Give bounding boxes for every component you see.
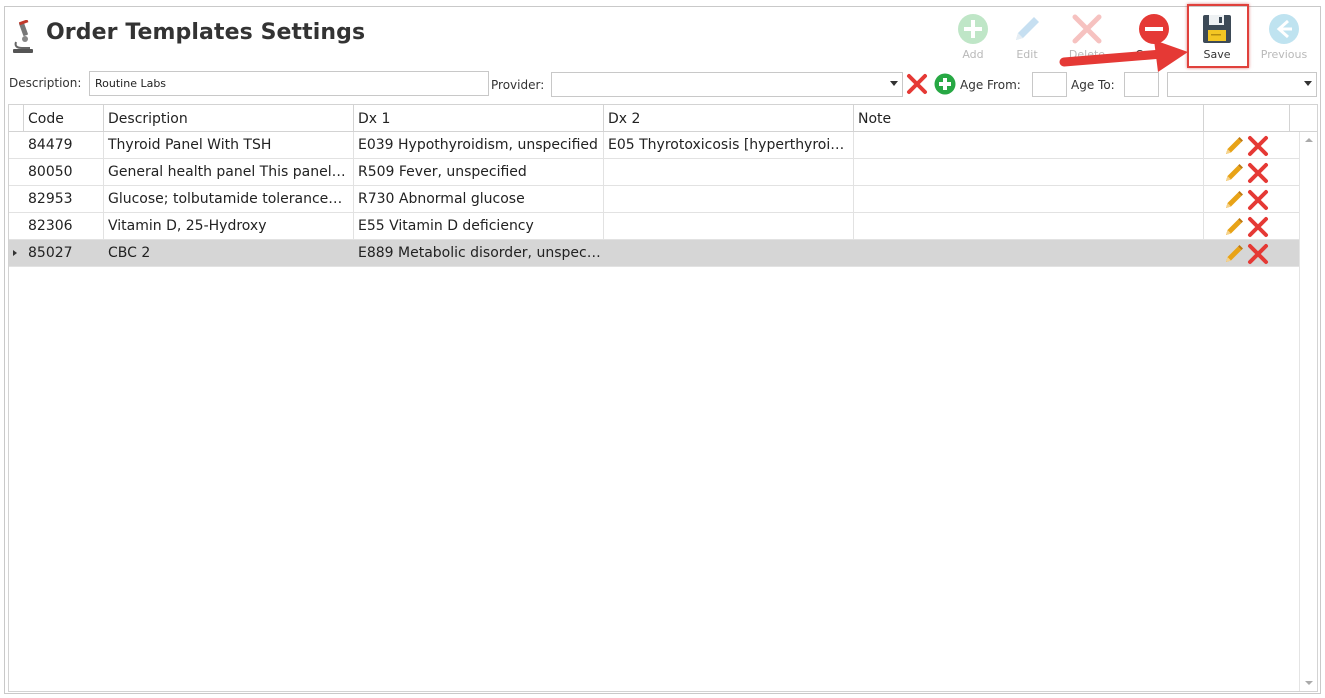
cell-note[interactable] [854, 132, 1204, 159]
row-actions [1223, 243, 1273, 265]
age-to-input[interactable] [1124, 72, 1159, 97]
save-highlight-box [1187, 4, 1249, 68]
edit-pencil-icon[interactable] [1223, 135, 1245, 157]
age-unit-select[interactable] [1167, 72, 1317, 97]
arrow-left-icon [1269, 14, 1299, 44]
column-header-note[interactable]: Note [854, 105, 1204, 132]
cell-description[interactable]: General health panel This panel… [104, 159, 354, 186]
cell-dx2[interactable]: E05 Thyrotoxicosis [hyperthyroi… [604, 132, 854, 159]
age-from-label: Age From: [960, 78, 1021, 92]
table-row[interactable]: 85027 CBC 2 E889 Metabolic disorder, unspe… [9, 240, 1300, 267]
column-header-actions [1204, 105, 1290, 132]
previous-label: Previous [1260, 48, 1308, 61]
cell-note[interactable] [854, 159, 1204, 186]
add-provider-icon[interactable] [934, 73, 956, 95]
table-row[interactable]: 82306 Vitamin D, 25-Hydroxy E55 Vitamin D … [9, 213, 1300, 240]
pencil-icon [1016, 17, 1039, 40]
add-label: Add [962, 48, 984, 61]
edit-pencil-icon[interactable] [1223, 189, 1245, 211]
row-actions [1223, 189, 1273, 211]
provider-label: Provider: [491, 78, 545, 92]
column-header-description[interactable]: Description [104, 105, 354, 132]
cell-description[interactable]: CBC 2 [104, 240, 354, 267]
column-header-code[interactable]: Code [24, 105, 104, 132]
row-actions [1223, 216, 1273, 238]
vertical-scrollbar[interactable] [1299, 132, 1317, 691]
table-row[interactable]: 82953 Glucose; tolbutamide tolerance… R730… [9, 186, 1300, 213]
cell-dx1[interactable]: E55 Vitamin D deficiency [354, 213, 604, 240]
current-row-indicator-icon [13, 250, 17, 256]
cell-dx2[interactable] [604, 240, 854, 267]
cell-description[interactable]: Vitamin D, 25-Hydroxy [104, 213, 354, 240]
column-header-dx1[interactable]: Dx 1 [354, 105, 604, 132]
scroll-down-icon[interactable] [1305, 681, 1313, 685]
cell-dx1[interactable]: E039 Hypothyroidism, unspecified [354, 132, 604, 159]
delete-x-icon[interactable] [1247, 135, 1269, 157]
description-input[interactable] [89, 71, 489, 96]
previous-button[interactable]: Previous [1256, 8, 1312, 64]
cell-code[interactable]: 82953 [24, 186, 104, 213]
cell-code[interactable]: 84479 [24, 132, 104, 159]
age-to-label: Age To: [1071, 78, 1115, 92]
clear-provider-icon[interactable] [906, 73, 928, 95]
cell-code[interactable]: 85027 [24, 240, 104, 267]
cell-note[interactable] [854, 213, 1204, 240]
cell-dx1[interactable]: E889 Metabolic disorder, unspec… [354, 240, 604, 267]
cell-code[interactable]: 80050 [24, 159, 104, 186]
edit-pencil-icon[interactable] [1223, 243, 1245, 265]
description-label: Description: [9, 76, 82, 90]
add-button[interactable]: Add [945, 8, 1001, 64]
row-actions [1223, 162, 1273, 184]
scroll-up-icon[interactable] [1305, 138, 1313, 142]
add-icon [958, 14, 988, 44]
cell-dx2[interactable] [604, 159, 854, 186]
table-row[interactable]: 80050 General health panel This panel… R50… [9, 159, 1300, 186]
edit-pencil-icon[interactable] [1223, 162, 1245, 184]
chevron-down-icon [890, 81, 898, 86]
cell-description[interactable]: Glucose; tolbutamide tolerance… [104, 186, 354, 213]
annotation-arrow-icon [1059, 40, 1188, 72]
microscope-icon [13, 20, 33, 53]
edit-button[interactable]: Edit [999, 8, 1055, 64]
row-actions [1223, 135, 1273, 157]
delete-x-icon[interactable] [1247, 243, 1269, 265]
cell-dx2[interactable] [604, 186, 854, 213]
provider-select[interactable] [551, 72, 903, 97]
order-templates-grid: Code Description Dx 1 Dx 2 Note 84479 Thy… [8, 104, 1318, 692]
cell-description[interactable]: Thyroid Panel With TSH [104, 132, 354, 159]
grid-header: Code Description Dx 1 Dx 2 Note [9, 105, 1317, 132]
cell-note[interactable] [854, 186, 1204, 213]
chevron-down-icon [1304, 81, 1312, 86]
edit-pencil-icon[interactable] [1223, 216, 1245, 238]
edit-label: Edit [1016, 48, 1038, 61]
delete-x-icon[interactable] [1247, 162, 1269, 184]
table-row[interactable]: 84479 Thyroid Panel With TSH E039 Hypothyr… [9, 132, 1300, 159]
delete-x-icon[interactable] [1247, 216, 1269, 238]
age-from-input[interactable] [1032, 72, 1067, 97]
cell-code[interactable]: 82306 [24, 213, 104, 240]
cell-dx1[interactable]: R730 Abnormal glucose [354, 186, 604, 213]
delete-x-icon[interactable] [1247, 189, 1269, 211]
cell-note[interactable] [854, 240, 1204, 267]
cell-dx2[interactable] [604, 213, 854, 240]
cell-dx1[interactable]: R509 Fever, unspecified [354, 159, 604, 186]
column-header-dx2[interactable]: Dx 2 [604, 105, 854, 132]
page-title: Order Templates Settings [46, 20, 366, 45]
row-indicator-header [9, 105, 24, 132]
